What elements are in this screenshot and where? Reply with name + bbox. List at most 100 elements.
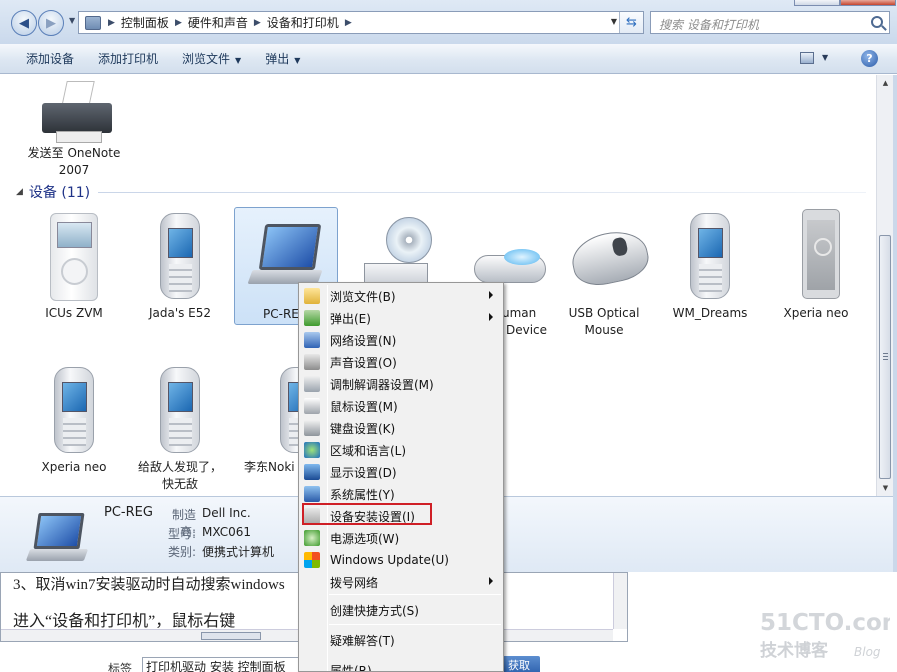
editor-scroll-thumb[interactable] <box>201 632 261 640</box>
scroll-up-arrow-icon[interactable]: ▲ <box>877 75 894 91</box>
back-arrow-icon: ◀ <box>19 15 29 31</box>
scrollbar-thumb[interactable] <box>879 235 891 479</box>
add-printer-button[interactable]: 添加打印机 <box>86 50 170 67</box>
speaker-icon <box>304 354 320 370</box>
context-menu-item[interactable]: 浏览文件(B) <box>301 285 501 307</box>
history-dropdown-icon[interactable]: ▼ <box>69 16 75 25</box>
category-value: 便携式计算机 <box>202 545 275 559</box>
device-item[interactable]: USB Optical Mouse <box>552 209 656 339</box>
address-bar[interactable]: ▶ 控制面板 ▶ 硬件和声音 ▶ 设备和打印机 ▶ ▼ ⇆ <box>78 11 644 34</box>
breadcrumb-separator-icon[interactable]: ▶ <box>342 18 355 28</box>
control-panel-icon <box>85 15 101 30</box>
breadcrumb-devices-and-printers[interactable]: 设备和打印机 <box>264 14 342 31</box>
vertical-scrollbar[interactable]: ▲ ▼ <box>876 75 893 496</box>
menu-separator <box>329 594 501 595</box>
context-menu-item[interactable]: 区域和语言(L) <box>301 439 501 461</box>
maximize-button[interactable] <box>794 0 840 6</box>
address-dropdown-icon[interactable]: ▼ <box>611 17 617 26</box>
context-menu-item[interactable]: 声音设置(O) <box>301 351 501 373</box>
context-menu-label: 疑难解答(T) <box>330 633 395 648</box>
submenu-arrow-icon <box>489 313 493 321</box>
watermark-logo-graphic: 51CTO.com 技术博客 Blog <box>760 610 897 661</box>
context-menu: 浏览文件(B) 弹出(E) 网络设置(N) 声音设置(O) 调制解调器设置(M) 鼠标设置… <box>298 282 504 672</box>
context-menu-item[interactable]: 系统属性(Y) <box>301 483 501 505</box>
context-menu-label: 系统属性(Y) <box>330 487 395 502</box>
breadcrumb-hardware-and-sound[interactable]: 硬件和声音 <box>185 14 251 31</box>
command-bar: 添加设备 添加打印机 浏览文件 ▼ 弹出 ▼ ▼ ? <box>0 44 897 74</box>
menu-separator <box>329 624 501 625</box>
change-view-icon[interactable] <box>800 52 814 64</box>
context-menu-item[interactable]: 调制解调器设置(M) <box>301 373 501 395</box>
printer-label: 2007 <box>58 163 90 177</box>
svg-text:51CTO.com: 51CTO.com <box>760 610 890 636</box>
tags-label: 标签 <box>108 662 133 672</box>
device-item[interactable]: 给敌人发现了， 快无敌 <box>128 363 232 493</box>
context-menu-item[interactable]: 键盘设置(K) <box>301 417 501 439</box>
printer-label: 发送至 OneNote <box>27 146 121 160</box>
close-button[interactable] <box>840 0 896 6</box>
context-menu-item[interactable]: 弹出(E) <box>301 307 501 329</box>
context-menu-item[interactable]: 创建快捷方式(S) <box>301 599 501 621</box>
devices-group-header[interactable]: ◢ 设备 (11) <box>16 183 866 201</box>
blank-icon <box>304 574 320 590</box>
phone-icon <box>148 209 212 301</box>
network-icon <box>304 332 320 348</box>
context-menu-item[interactable]: Windows Update(U) <box>301 549 501 571</box>
device-label: Xperia neo <box>41 460 107 474</box>
context-menu-item[interactable]: 拨号网络 <box>301 571 501 593</box>
printer-item-onenote[interactable]: 发送至 OneNote 2007 <box>22 75 126 179</box>
device-item[interactable]: Xperia neo <box>764 209 868 322</box>
ipod-icon <box>42 209 106 301</box>
context-menu-item[interactable]: 疑难解答(T) <box>301 629 501 651</box>
eject-icon <box>304 310 320 326</box>
breadcrumb-separator-icon[interactable]: ▶ <box>172 18 185 28</box>
context-menu-item[interactable]: 显示设置(D) <box>301 461 501 483</box>
forward-button[interactable]: ▶ <box>38 10 64 36</box>
context-menu-label: 拨号网络 <box>330 575 379 590</box>
fetch-tags-button[interactable]: 获取 <box>498 656 540 672</box>
context-menu-item[interactable]: 网络设置(N) <box>301 329 501 351</box>
context-menu-item[interactable]: 电源选项(W) <box>301 527 501 549</box>
context-menu-label: 弹出(E) <box>330 311 371 326</box>
group-title: 设备 (11) <box>28 185 91 201</box>
context-menu-label: 声音设置(O) <box>330 355 397 370</box>
refresh-button[interactable]: ⇆ <box>619 12 643 33</box>
devices-and-printers-window: ◀ ▶ ▼ ▶ 控制面板 ▶ 硬件和声音 ▶ 设备和打印机 ▶ ▼ ⇆ 搜索 设… <box>0 0 897 672</box>
breadcrumb-separator-icon[interactable]: ▶ <box>105 18 118 28</box>
context-menu-label: 显示设置(D) <box>330 465 397 480</box>
context-menu-label: 属性(R) <box>330 663 372 672</box>
search-icon[interactable] <box>871 16 883 28</box>
device-item[interactable]: Xperia neo <box>22 363 126 476</box>
search-input[interactable]: 搜索 设备和打印机 <box>650 11 890 34</box>
browse-files-label: 浏览文件 <box>182 52 231 66</box>
device-item[interactable]: WM_Dreams <box>658 209 762 322</box>
context-menu-item[interactable]: 属性(R) <box>301 659 501 672</box>
window-frame <box>893 75 897 572</box>
device-label: Mouse <box>584 323 624 337</box>
device-item[interactable]: ICUs ZVM <box>22 209 126 322</box>
breadcrumb-separator-icon[interactable]: ▶ <box>251 18 264 28</box>
context-menu-label: Windows Update(U) <box>330 553 449 567</box>
scroll-down-arrow-icon[interactable]: ▼ <box>877 480 894 496</box>
view-dropdown-icon[interactable]: ▼ <box>822 53 828 62</box>
eject-label: 弹出 <box>265 52 290 66</box>
context-menu-item[interactable]: 鼠标设置(M) <box>301 395 501 417</box>
breadcrumb-control-panel[interactable]: 控制面板 <box>118 14 172 31</box>
category-label: 类别: <box>167 545 196 559</box>
keyboard-icon <box>304 420 320 436</box>
device-item[interactable]: Jada's E52 <box>128 209 232 322</box>
context-menu-label: 鼠标设置(M) <box>330 399 398 414</box>
monitor-icon <box>304 464 320 480</box>
browse-files-button[interactable]: 浏览文件 ▼ <box>170 50 253 67</box>
modem-icon <box>304 376 320 392</box>
phone-icon <box>678 209 742 301</box>
device-label: ICUs ZVM <box>45 306 103 320</box>
help-icon[interactable]: ? <box>861 50 878 67</box>
eject-button[interactable]: 弹出 ▼ <box>253 50 312 67</box>
windows-update-icon <box>304 552 320 568</box>
collapse-triangle-icon[interactable]: ◢ <box>16 187 23 197</box>
back-button[interactable]: ◀ <box>11 10 37 36</box>
phone-icon <box>42 363 106 455</box>
editor-vertical-scrollbar[interactable] <box>613 573 627 629</box>
add-device-button[interactable]: 添加设备 <box>14 50 86 67</box>
